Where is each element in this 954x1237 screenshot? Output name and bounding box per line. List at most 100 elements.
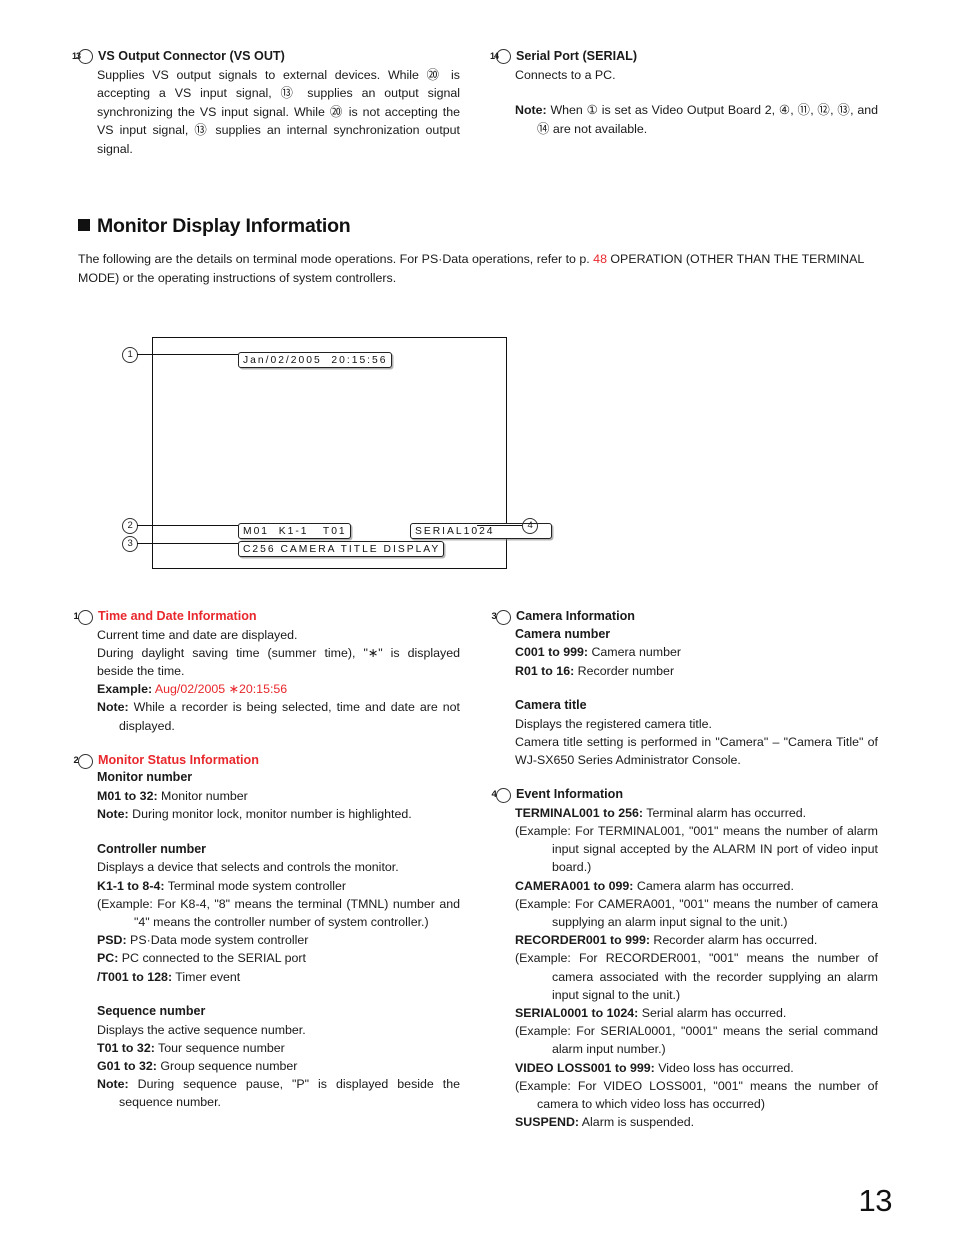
monitor-number-range: M01 to 32: Monitor number — [78, 787, 460, 805]
camera-title-heading: Camera title — [515, 697, 587, 712]
example-label: Example: — [97, 682, 153, 697]
event-serial-label: SERIAL0001 to 1024: — [515, 1006, 639, 1021]
section-vs-output-body: Supplies VS output signals to external d… — [97, 68, 460, 156]
top-sections: 13 VS Output Connector (VS OUT) Supplies … — [72, 48, 878, 158]
controller-timer: /T001 to 128: Timer event — [78, 968, 460, 986]
monitor-display-diagram: Jan/02/2005 20:15:56 M01 K1-1 T01 C256 C… — [78, 332, 558, 582]
sequence-tour-text: Tour sequence number — [154, 1040, 285, 1055]
controller-timer-label: /T001 to 128: — [97, 969, 173, 984]
controller-k-range-label: K1-1 to 8-4: — [97, 878, 165, 893]
controller-number-heading: Controller number — [97, 841, 207, 856]
page-title-text: Monitor Display Information — [97, 215, 351, 237]
time-date-line2: During daylight saving time (summer time… — [97, 645, 460, 678]
recorder-number-range-label: R01 to 16: — [515, 663, 575, 678]
note-label: Note: — [515, 103, 547, 118]
left-detail-column: 1 Time and Date Information Current time … — [74, 608, 461, 1131]
circled-number-4: 4 — [522, 518, 538, 534]
monitor-number-range-text: Monitor number — [157, 789, 248, 804]
camera-number-range: C001 to 999: Camera number — [496, 643, 878, 661]
osd-time-and-date: Jan/02/2005 20:15:56 — [238, 352, 392, 368]
note-label: Note: — [97, 1077, 129, 1092]
event-serial-text: Serial alarm has occurred. — [638, 1006, 787, 1021]
event-camera: CAMERA001 to 099: Camera alarm has occur… — [496, 877, 878, 895]
page-reference-link[interactable]: 48 — [593, 252, 607, 266]
time-date-example: Example: Aug/02/2005 ∗20:15:56 — [78, 680, 460, 698]
note-label: Note: — [97, 700, 129, 715]
controller-k-range-text: Terminal mode system controller — [164, 878, 347, 893]
event-terminal-text: Terminal alarm has occurred. — [643, 805, 807, 820]
event-video-loss-label: VIDEO LOSS001 to 999: — [515, 1060, 655, 1075]
circled-number-14: 14 — [490, 49, 511, 64]
recorder-number-range: R01 to 16: Recorder number — [496, 662, 878, 680]
event-serial-example: (Example: For SERIAL0001, "0001" means t… — [515, 1024, 878, 1057]
controller-timer-text: Timer event — [172, 969, 241, 984]
section-camera-info-heading: 3 Camera Information — [492, 608, 878, 626]
page-number: 13 — [858, 1183, 893, 1218]
sequence-group: G01 to 32: Group sequence number — [78, 1057, 460, 1075]
circled-number-1: 1 — [122, 347, 138, 363]
sequence-group-label: G01 to 32: — [97, 1059, 157, 1074]
note-text: While a recorder is being selected, time… — [119, 700, 460, 733]
intro-paragraph: The following are the details on termina… — [78, 250, 876, 288]
note-text: During sequence pause, "P" is displayed … — [119, 1077, 460, 1110]
event-suspend-label: SUSPEND: — [515, 1115, 580, 1130]
event-recorder-label: RECORDER001 to 999: — [515, 933, 650, 948]
sequence-tour-label: T01 to 32: — [97, 1040, 155, 1055]
section-camera-info-title: Camera Information — [516, 609, 635, 623]
circled-number-13: 13 — [72, 49, 93, 64]
callout-4-leader-line — [477, 525, 522, 527]
document-page: 13 VS Output Connector (VS OUT) Supplies … — [0, 0, 954, 1237]
section-monitor-status-heading: 2 Monitor Status Information — [74, 752, 460, 770]
time-date-line1: Current time and date are displayed. — [97, 627, 298, 642]
camera-title-desc: Displays the registered camera title. — [515, 716, 712, 731]
section-monitor-status-title: Monitor Status Information — [98, 752, 259, 767]
circled-number-3: 3 — [492, 610, 511, 625]
event-terminal-label: TERMINAL001 to 256: — [515, 805, 644, 820]
sequence-note: Note: During sequence pause, "P" is disp… — [78, 1075, 460, 1111]
recorder-number-range-text: Recorder number — [574, 663, 675, 678]
section-time-date-heading: 1 Time and Date Information — [74, 608, 460, 626]
note-text: During monitor lock, monitor number is h… — [128, 807, 412, 822]
event-video-loss-example: (Example: For VIDEO LOSS001, "001" means… — [515, 1078, 878, 1112]
section-serial-port-body: Connects to a PC. — [515, 68, 616, 82]
note-text: When ① is set as Video Output Board 2, ④… — [537, 103, 878, 136]
controller-pc-label: PC: — [97, 951, 119, 966]
event-camera-text: Camera alarm has occurred. — [633, 878, 794, 893]
example-value: Aug/02/2005 ∗20:15:56 — [152, 682, 288, 697]
circled-number-1: 1 — [74, 610, 93, 625]
section-event-info-heading: 4 Event Information — [492, 786, 878, 804]
section-vs-output-title: VS Output Connector (VS OUT) — [98, 49, 285, 63]
section-vs-output-heading: 13 VS Output Connector (VS OUT) — [72, 48, 460, 65]
time-date-note: Note: While a recorder is being selected… — [78, 698, 460, 734]
page-title: Monitor Display Information — [78, 215, 351, 238]
controller-pc: PC: PC connected to the SERIAL port — [78, 949, 460, 967]
section-event-info-title: Event Information — [516, 787, 624, 802]
monitor-number-range-label: M01 to 32: — [97, 789, 158, 804]
osd-camera-title: C256 CAMERA TITLE DISPLAY — [238, 541, 445, 557]
monitor-screen-frame: Jan/02/2005 20:15:56 M01 K1-1 T01 C256 C… — [152, 337, 552, 569]
event-camera-example: (Example: For CAMERA001, "001" means the… — [515, 896, 878, 930]
circled-number-4: 4 — [492, 788, 511, 804]
event-recorder-example: (Example: For RECORDER001, "001" means t… — [515, 951, 878, 1002]
camera-title-setting: Camera title setting is performed in "Ca… — [515, 734, 878, 767]
event-serial: SERIAL0001 to 1024: Serial alarm has occ… — [496, 1004, 878, 1022]
circled-number-2: 2 — [122, 518, 138, 534]
note-label: Note: — [97, 807, 129, 822]
sequence-group-text: Group sequence number — [156, 1059, 298, 1074]
monitor-number-heading: Monitor number — [97, 770, 193, 785]
section-vs-output: 13 VS Output Connector (VS OUT) Supplies … — [72, 48, 460, 158]
controller-pc-text: PC connected to the SERIAL port — [118, 951, 306, 966]
circled-number-2: 2 — [74, 753, 93, 769]
controller-k-range: K1-1 to 8-4: Terminal mode system contro… — [78, 877, 460, 895]
event-terminal-example: (Example: For TERMINAL001, "001" means t… — [515, 824, 878, 875]
event-suspend-text: Alarm is suspended. — [579, 1115, 695, 1130]
event-terminal: TERMINAL001 to 256: Terminal alarm has o… — [496, 804, 878, 822]
section-time-date-title: Time and Date Information — [98, 609, 257, 623]
intro-text-part1: The following are the details on termina… — [78, 252, 594, 266]
controller-psd-label: PSD: — [97, 933, 127, 948]
controller-psd-text: PS·Data mode system controller — [126, 933, 309, 948]
